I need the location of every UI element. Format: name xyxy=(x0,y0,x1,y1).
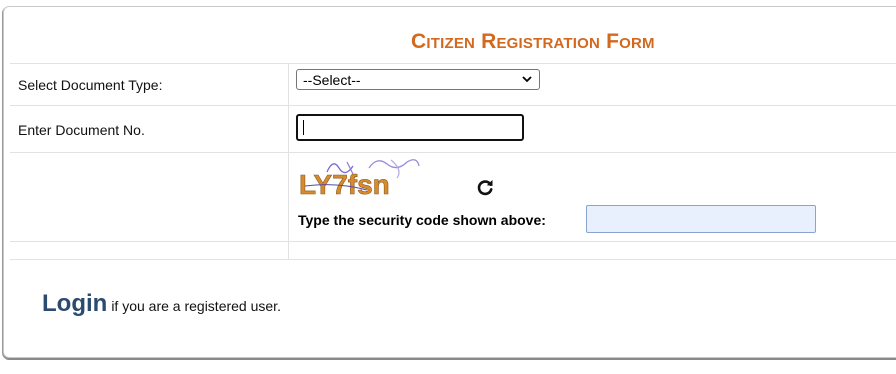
security-code-input[interactable] xyxy=(586,205,816,233)
row-divider xyxy=(10,105,896,106)
refresh-icon[interactable] xyxy=(475,177,495,197)
chevron-down-icon xyxy=(522,76,532,83)
form-title: Citizen Registration Form xyxy=(411,30,655,53)
text-caret xyxy=(303,120,304,135)
row-divider xyxy=(10,152,896,153)
form-header: Citizen Registration Form xyxy=(4,7,896,63)
column-divider xyxy=(288,63,289,260)
captcha-text: LY7fsn xyxy=(299,169,390,200)
security-code-label: Type the security code shown above: xyxy=(298,212,546,228)
document-type-selected-value: --Select-- xyxy=(303,72,361,88)
login-prompt: Login if you are a registered user. xyxy=(42,290,281,318)
document-type-select[interactable]: --Select-- xyxy=(296,69,540,90)
row-divider xyxy=(10,259,896,260)
row-divider xyxy=(10,63,896,64)
captcha-image: LY7fsn xyxy=(299,159,420,200)
login-suffix-text: if you are a registered user. xyxy=(111,298,281,314)
document-type-label: Select Document Type: xyxy=(18,77,163,93)
row-divider xyxy=(10,241,896,242)
login-link[interactable]: Login xyxy=(42,290,107,317)
document-no-input[interactable] xyxy=(296,114,524,141)
document-no-label: Enter Document No. xyxy=(18,122,145,138)
